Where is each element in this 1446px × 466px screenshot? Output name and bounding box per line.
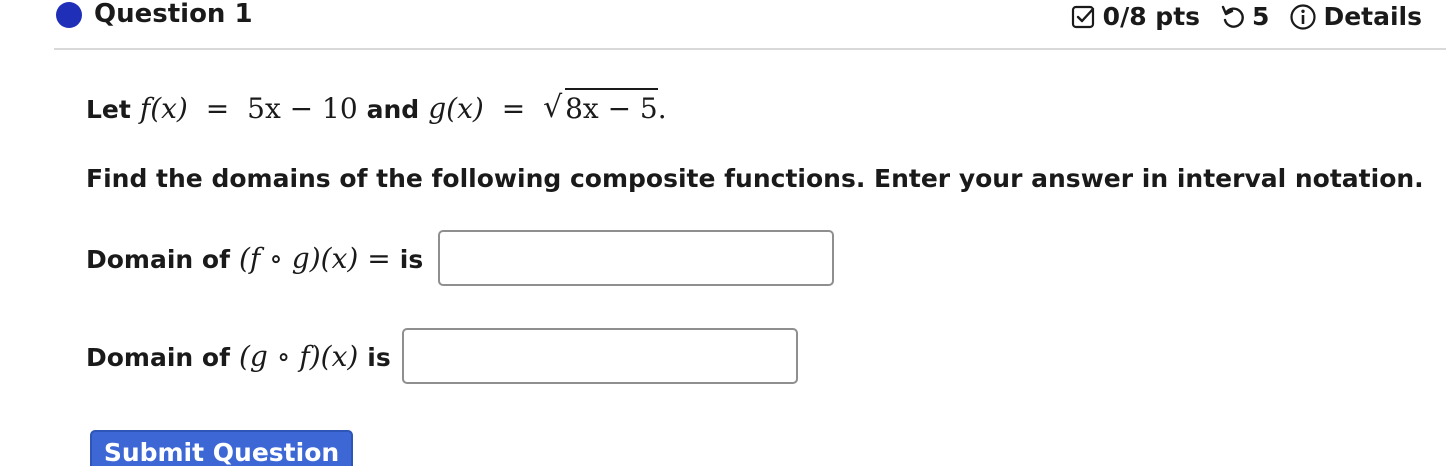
question-status-dot bbox=[56, 2, 82, 28]
fog-domain-input[interactable] bbox=[438, 230, 834, 286]
g-radicand: 8x − 5 bbox=[565, 88, 658, 125]
g-equals: = bbox=[501, 92, 526, 125]
g-lhs: g(x) bbox=[428, 92, 484, 125]
retry-icon bbox=[1220, 4, 1246, 30]
question-title: Question 1 bbox=[94, 0, 253, 29]
fog-expression: (f ∘ g)(x) bbox=[238, 242, 359, 275]
question-header: Question 1 0/8 pts 5 Details bbox=[0, 0, 1446, 48]
f-lhs: f(x) bbox=[139, 92, 188, 125]
and-label: and bbox=[366, 95, 420, 124]
checkbox-score-icon bbox=[1071, 4, 1097, 30]
fog-prefix: Domain of bbox=[86, 245, 230, 274]
f-equals: = bbox=[205, 92, 230, 125]
gof-domain-input[interactable] bbox=[402, 328, 798, 384]
points-label: 0/8 pts bbox=[1102, 2, 1201, 31]
definition-period: . bbox=[657, 92, 667, 125]
fog-equals: = bbox=[367, 242, 391, 275]
function-definitions: Let f(x) = 5x − 10 and g(x) = √ 8x − 5 . bbox=[86, 88, 667, 125]
instruction-text: Find the domains of the following compos… bbox=[86, 164, 1424, 193]
g-definition: g(x) = √ 8x − 5 . bbox=[428, 88, 667, 125]
submit-question-button[interactable]: Submit Question bbox=[90, 430, 353, 466]
question-page: Question 1 0/8 pts 5 Details Let f(x) = … bbox=[0, 0, 1446, 466]
f-definition: f(x) = 5x − 10 bbox=[140, 92, 358, 125]
question-meta: 0/8 pts 5 Details bbox=[1071, 0, 1422, 34]
question-fog: Domain of (f ∘ g)(x) = is bbox=[86, 242, 423, 275]
instruction-line: Find the domains of the following compos… bbox=[86, 164, 1424, 193]
info-icon[interactable] bbox=[1289, 3, 1317, 31]
header-divider bbox=[54, 48, 1446, 50]
details-link[interactable]: Details bbox=[1323, 1, 1422, 33]
attempts-count: 5 bbox=[1252, 2, 1270, 31]
gof-suffix: is bbox=[367, 343, 391, 372]
gof-prefix: Domain of bbox=[86, 343, 230, 372]
question-gof: Domain of (g ∘ f)(x) is bbox=[86, 340, 391, 373]
let-label: Let bbox=[86, 95, 131, 124]
square-root: √ 8x − 5 bbox=[543, 88, 658, 125]
f-rhs: 5x − 10 bbox=[247, 92, 358, 125]
radical-sign-icon: √ bbox=[543, 90, 563, 125]
fog-suffix: is bbox=[399, 245, 424, 274]
gof-expression: (g ∘ f)(x) bbox=[238, 340, 359, 373]
